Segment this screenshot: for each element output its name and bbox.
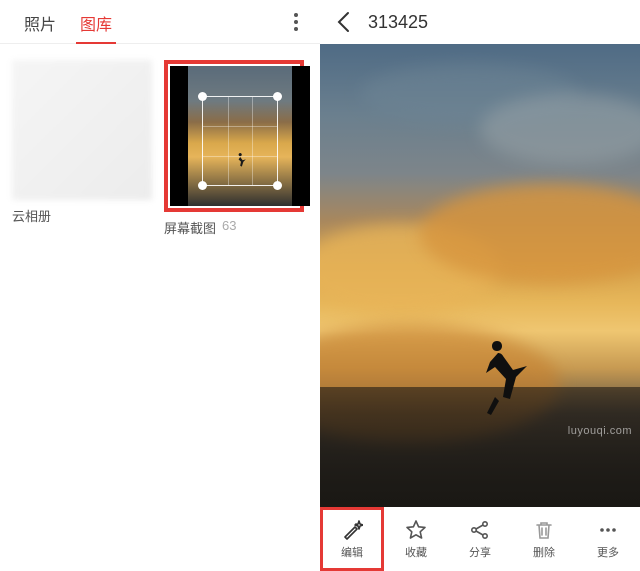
- album-screenshots[interactable]: 屏幕截图 63: [164, 60, 304, 237]
- delete-button[interactable]: 删除: [512, 507, 576, 571]
- favorite-label: 收藏: [405, 544, 427, 560]
- favorite-button[interactable]: 收藏: [384, 507, 448, 571]
- edit-label: 编辑: [341, 544, 363, 560]
- edit-button[interactable]: 编辑: [320, 507, 384, 571]
- tab-gallery[interactable]: 图库: [68, 1, 124, 43]
- gallery-panel: 照片 图库 云相册: [0, 0, 320, 571]
- tab-photos[interactable]: 照片: [12, 1, 68, 43]
- album-screenshots-thumbnail: [170, 66, 310, 206]
- share-label: 分享: [469, 544, 491, 560]
- dancer-silhouette-icon: [467, 335, 531, 417]
- share-icon: [469, 519, 491, 541]
- viewer-image[interactable]: luyouqi.com: [320, 44, 640, 507]
- overflow-menu-button[interactable]: [284, 7, 308, 37]
- viewer-panel: 313425 luyouqi.com 编辑 收藏: [320, 0, 640, 571]
- viewer-header: 313425: [320, 0, 640, 44]
- more-button[interactable]: 更多: [576, 507, 640, 571]
- back-button[interactable]: [328, 7, 358, 37]
- album-cloud[interactable]: 云相册: [12, 60, 152, 237]
- album-cloud-label: 云相册: [12, 206, 51, 225]
- viewer-toolbar: 编辑 收藏 分享 删除 更多: [320, 507, 640, 571]
- crop-overlay: [202, 96, 278, 186]
- watermark: luyouqi.com: [568, 425, 632, 437]
- share-button[interactable]: 分享: [448, 507, 512, 571]
- album-grid: 云相册: [0, 44, 320, 253]
- trash-icon: [533, 519, 555, 541]
- chevron-left-icon: [336, 11, 350, 33]
- magic-wand-icon: [341, 519, 363, 541]
- album-screenshots-label: 屏幕截图: [164, 218, 216, 237]
- album-screenshots-count: 63: [222, 218, 236, 237]
- more-label: 更多: [597, 544, 619, 560]
- viewer-title: 313425: [368, 12, 428, 33]
- star-icon: [405, 519, 427, 541]
- more-vertical-icon: [294, 13, 298, 31]
- more-horizontal-icon: [597, 519, 619, 541]
- delete-label: 删除: [533, 544, 555, 560]
- album-cloud-thumbnail: [12, 60, 152, 200]
- tab-bar: 照片 图库: [0, 0, 320, 44]
